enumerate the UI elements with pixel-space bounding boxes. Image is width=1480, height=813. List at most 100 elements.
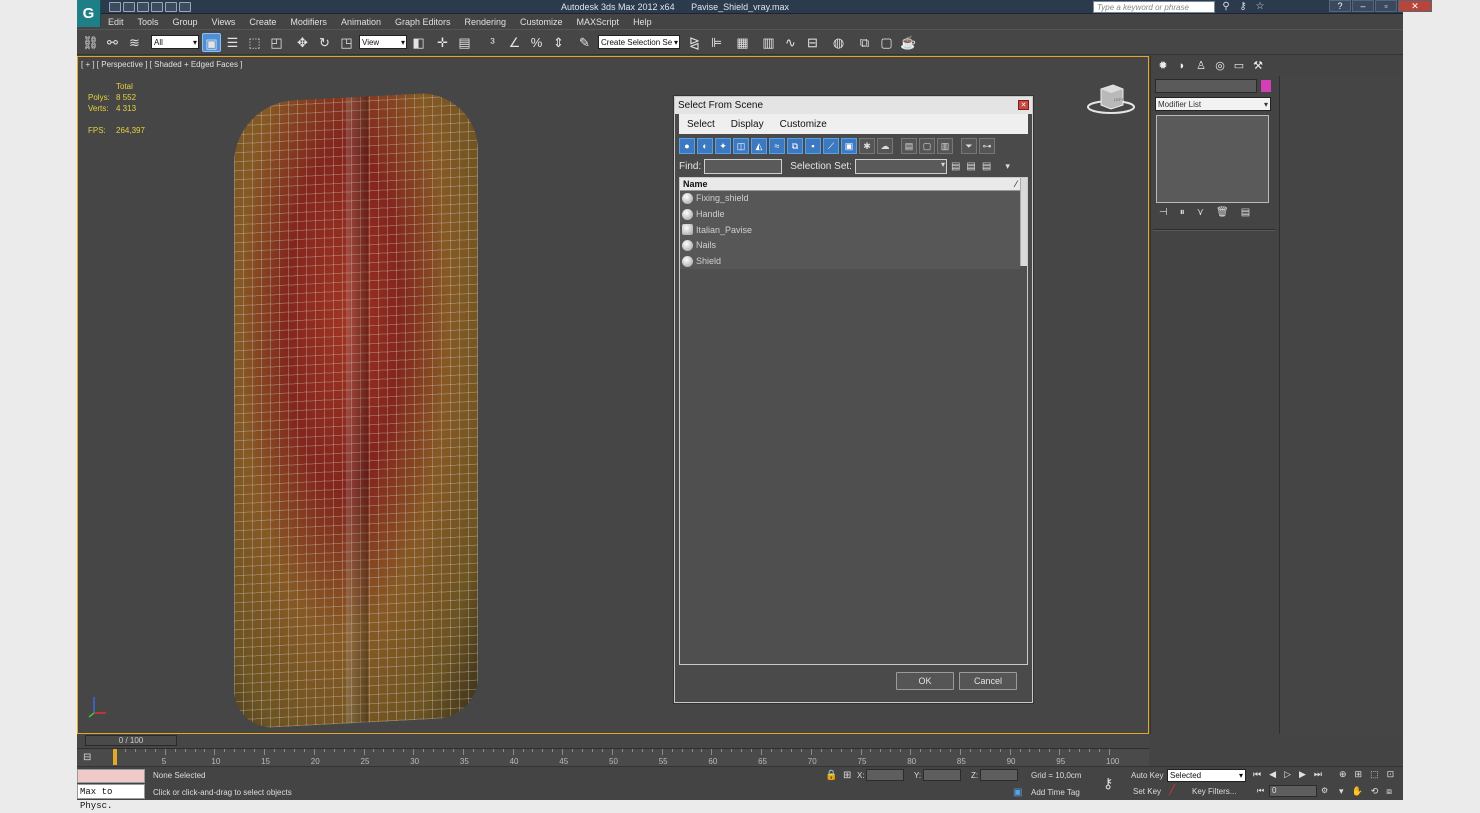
make-unique-icon[interactable]: ⋎ (1197, 207, 1204, 218)
redo-icon[interactable] (165, 2, 177, 12)
object-color-swatch[interactable] (1261, 80, 1271, 92)
time-tag-icon[interactable]: ▣ (1013, 787, 1022, 798)
reference-coordinate-dropdown[interactable]: View (359, 35, 407, 49)
auto-key-button[interactable]: Auto Key (1131, 771, 1163, 780)
align-icon[interactable]: ⊫ (707, 33, 726, 52)
dialog-close-button[interactable]: ✕ (1018, 100, 1029, 110)
current-frame-marker[interactable] (113, 749, 117, 765)
pivot-center-icon[interactable]: ◧ (409, 33, 428, 52)
curve-editor-icon[interactable]: ∿ (781, 33, 800, 52)
object-name-field[interactable] (1155, 79, 1257, 93)
zoom-all-icon[interactable]: ⊞ (1355, 769, 1363, 780)
angle-snap-icon[interactable]: ∠ (505, 33, 524, 52)
bind-space-warp-icon[interactable]: ≋ (125, 33, 144, 52)
display-tab-icon[interactable]: ▭ (1231, 59, 1247, 73)
menu-rendering[interactable]: Rendering (458, 17, 514, 27)
list-scrollbar[interactable] (1020, 178, 1027, 266)
snaps-toggle-icon[interactable]: ³ (483, 33, 502, 52)
render-production-icon[interactable]: ☕ (899, 33, 918, 52)
go-to-start-icon[interactable]: ⏮ (1253, 769, 1261, 780)
mini-curve-editor-icon[interactable]: ⊟ (83, 752, 91, 763)
modify-tab-icon[interactable]: ◗ (1174, 59, 1190, 73)
time-configuration-icon[interactable]: ⚙ (1321, 786, 1328, 795)
display-lights-icon[interactable]: ✦ (715, 138, 731, 154)
display-cameras-icon[interactable]: ◫ (733, 138, 749, 154)
name-column-header[interactable]: Name ⁄ (680, 178, 1020, 191)
menu-modifiers[interactable]: Modifiers (283, 17, 334, 27)
display-hidden-icon[interactable]: ☁ (877, 138, 893, 154)
filter-icon[interactable]: ⏷ (961, 138, 977, 154)
selection-filter-dropdown[interactable]: All (151, 35, 199, 49)
graphite-toolbar-icon[interactable]: ▥ (759, 33, 778, 52)
rectangular-selection-icon[interactable]: ⬚ (245, 33, 264, 52)
menu-animation[interactable]: Animation (334, 17, 388, 27)
star-icon[interactable]: ☆ (1254, 1, 1266, 12)
display-none-icon[interactable]: ▢ (919, 138, 935, 154)
menu-tools[interactable]: Tools (131, 17, 166, 27)
z-coordinate-field[interactable] (980, 769, 1018, 781)
menu-help[interactable]: Help (626, 17, 659, 27)
help-search-input[interactable]: Type a keyword or phrase (1093, 1, 1215, 13)
percent-snap-icon[interactable]: % (527, 33, 546, 52)
open-file-icon[interactable] (123, 2, 135, 12)
display-shapes-icon[interactable]: ◐ (697, 138, 713, 154)
selection-set-dropdown[interactable]: ▾ (854, 158, 947, 174)
go-to-end-icon[interactable]: ⏭ (1314, 769, 1322, 780)
spinner-snap-icon[interactable]: ⇕ (549, 33, 568, 52)
rendered-frame-window-icon[interactable]: ▢ (877, 33, 896, 52)
list-item[interactable]: Handle (680, 206, 1020, 223)
schematic-view-icon[interactable]: ⊟ (803, 33, 822, 52)
configure-modifier-sets-icon[interactable]: ▤ (1241, 207, 1250, 218)
ok-button[interactable]: OK (896, 672, 954, 690)
zoom-extents-all-icon[interactable]: ⊡ (1387, 769, 1395, 780)
move-icon[interactable]: ✥ (293, 33, 312, 52)
display-invert-icon[interactable]: ▥ (937, 138, 953, 154)
maximize-button[interactable]: ▫ (1375, 0, 1397, 12)
menu-edit[interactable]: Edit (101, 17, 131, 27)
play-icon[interactable]: ▷ (1284, 769, 1291, 780)
current-frame-field[interactable]: 0 (1269, 785, 1317, 797)
display-containers-icon[interactable]: ▣ (841, 138, 857, 154)
maximize-viewport-icon[interactable]: ⧈ (1386, 786, 1392, 797)
x-coordinate-field[interactable] (866, 769, 904, 781)
key-icon[interactable]: ⚷ (1237, 1, 1249, 12)
list-item[interactable]: Shield (680, 253, 1020, 270)
menu-views[interactable]: Views (205, 17, 243, 27)
key-filters-button[interactable]: Key Filters... (1192, 787, 1236, 796)
list-item[interactable]: Nails (680, 238, 1020, 254)
display-bones-icon[interactable]: ⟋ (823, 138, 839, 154)
modifier-list-dropdown[interactable]: Modifier List (1155, 97, 1271, 111)
maxscript-listener-input[interactable] (77, 769, 145, 783)
y-coordinate-field[interactable] (923, 769, 961, 781)
set-key-button[interactable]: Set Key (1133, 787, 1161, 796)
key-mode-toggle-icon[interactable]: ⏮ (1257, 786, 1264, 796)
menu-create[interactable]: Create (242, 17, 283, 27)
keyboard-shortcut-override-icon[interactable]: ▤ (455, 33, 474, 52)
list-item[interactable]: Fixing_shield (680, 191, 1020, 207)
select-object-icon[interactable]: ▣ (202, 33, 221, 52)
unlink-icon[interactable]: ⚯ (103, 33, 122, 52)
binoculars-icon[interactable]: ⚲ (1220, 1, 1232, 12)
absolute-mode-icon[interactable]: ⊞ (843, 770, 851, 781)
select-manipulate-icon[interactable]: ✛ (433, 33, 452, 52)
menu-customize[interactable]: Customize (513, 17, 570, 27)
time-slider[interactable]: 0 / 100 (85, 735, 177, 746)
menu-graph-editors[interactable]: Graph Editors (388, 17, 458, 27)
utilities-tab-icon[interactable]: ⚒ (1250, 59, 1266, 73)
previous-frame-icon[interactable]: ◀ (1269, 769, 1276, 780)
options-arrow-icon[interactable]: ▾ (1005, 161, 1010, 172)
zoom-icon[interactable]: ⊕ (1339, 769, 1347, 780)
help-icon[interactable]: ? (1329, 0, 1351, 12)
modifier-stack[interactable] (1156, 115, 1269, 203)
scale-icon[interactable]: ◳ (337, 33, 356, 52)
hierarchy-filter-icon[interactable]: ⊶ (979, 138, 995, 154)
app-logo-icon[interactable]: G (77, 0, 101, 27)
field-of-view-icon[interactable]: ▾ (1339, 786, 1344, 797)
lock-selection-icon[interactable]: 🔒 (825, 770, 837, 781)
next-frame-icon[interactable]: ▶ (1299, 769, 1306, 780)
mirror-icon[interactable]: ⧎ (685, 33, 704, 52)
rotate-icon[interactable]: ↻ (315, 33, 334, 52)
select-by-name-icon[interactable]: ☰ (223, 33, 242, 52)
link-icon[interactable]: ⛓ (81, 33, 100, 52)
viewport-label[interactable]: [ + ] [ Perspective ] [ Shaded + Edged F… (81, 60, 242, 69)
